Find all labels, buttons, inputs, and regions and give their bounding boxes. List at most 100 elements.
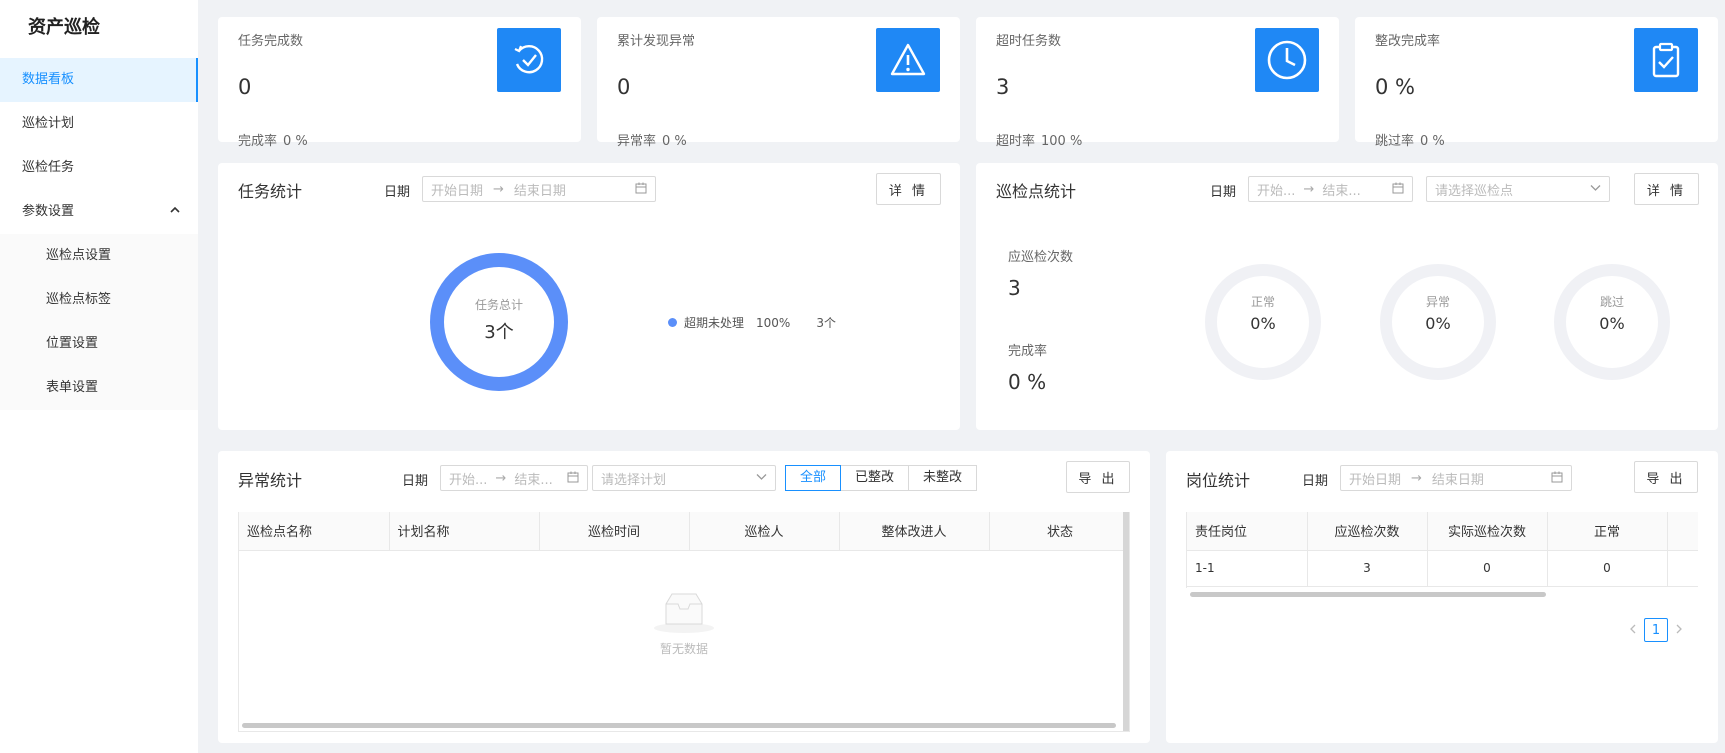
stat-sub-value: 0 % — [283, 134, 308, 149]
plan-select[interactable]: 请选择计划 — [592, 465, 776, 491]
arrow-right-icon: → — [495, 470, 507, 486]
date-label: 日期 — [384, 185, 411, 200]
stat-sub-label: 完成率 — [238, 134, 278, 149]
start-date-input[interactable]: 开始日期 — [1349, 469, 1401, 488]
sidebar: 资产巡检 数据看板 巡检计划 巡检任务 参数设置 巡检点设置 巡检点标签 位置设… — [0, 0, 198, 753]
filter-all[interactable]: 全部 — [785, 465, 842, 491]
start-date-input[interactable]: 开始... — [449, 469, 487, 488]
warning-icon — [876, 28, 940, 92]
date-label: 日期 — [1302, 474, 1329, 489]
ring-value: 0% — [1425, 314, 1451, 333]
filter-unrectified[interactable]: 未整改 — [908, 465, 978, 491]
column-header: 责任岗位 — [1187, 512, 1308, 551]
stat-card-anomalies: 累计发现异常 0 异常率 0 % — [597, 17, 960, 149]
end-date-input[interactable]: 结束日期 — [1432, 469, 1484, 488]
ring-label: 异常 — [1425, 295, 1450, 309]
column-header: 正常 — [1547, 512, 1668, 551]
task-total-donut: 任务总计 3个 — [428, 251, 570, 393]
stat-sub: 完成率 0 % — [238, 130, 308, 149]
ring-value: 0% — [1250, 314, 1276, 333]
sidebar-item-dashboard[interactable]: 数据看板 — [0, 58, 198, 102]
legend-count: 3个 — [816, 316, 836, 330]
page-number[interactable]: 1 — [1644, 618, 1668, 642]
column-header: 巡检点名称 — [239, 512, 390, 551]
normal-ring: 正常 0% — [1204, 263, 1322, 381]
date-label: 日期 — [402, 474, 429, 489]
panel-title: 任务统计 — [238, 182, 303, 201]
empty-box-icon — [239, 590, 1129, 638]
sidebar-item-settings[interactable]: 参数设置 — [0, 190, 198, 234]
calendar-icon — [567, 471, 579, 486]
stat-title: 累计发现异常 — [617, 34, 696, 49]
chevron-up-icon — [170, 190, 180, 234]
end-date-input[interactable]: 结束日期 — [514, 180, 566, 199]
legend-percent: 100% — [756, 315, 791, 330]
stat-card-overtime: 超时任务数 3 超时率 100 % — [976, 17, 1339, 149]
horizontal-scrollbar[interactable] — [1190, 592, 1546, 597]
sidebar-item-form-settings[interactable]: 表单设置 — [0, 366, 198, 410]
stat-sub-value: 0 % — [662, 134, 687, 149]
table-cell — [1667, 550, 1698, 587]
prev-page-icon[interactable] — [1628, 623, 1638, 637]
point-select[interactable]: 请选择巡检点 — [1426, 176, 1610, 202]
column-header: 计划名称 — [389, 512, 540, 551]
panel-title: 异常统计 — [238, 471, 303, 490]
start-date-input[interactable]: 开始日期 — [431, 180, 483, 199]
calendar-icon — [1392, 182, 1404, 197]
stat-sub-label: 异常率 — [617, 134, 657, 149]
date-range-picker[interactable]: 开始日期 → 结束日期 — [422, 176, 656, 202]
date-range-picker[interactable]: 开始... → 结束... — [440, 465, 588, 491]
vertical-scrollbar[interactable] — [1123, 512, 1129, 731]
end-date-input[interactable]: 结束... — [1322, 180, 1360, 199]
donut-value: 3个 — [484, 322, 514, 343]
end-date-input[interactable]: 结束... — [514, 469, 552, 488]
table-header-row: 责任岗位 应巡检次数 实际巡检次数 正常 — [1187, 512, 1698, 551]
export-button[interactable]: 导 出 — [1066, 461, 1130, 493]
date-range-picker[interactable]: 开始... → 结束... — [1248, 176, 1413, 202]
anomaly-table: 巡检点名称 计划名称 巡检时间 巡检人 整体改进人 状态 — [239, 512, 1129, 551]
export-button[interactable]: 导 出 — [1634, 461, 1698, 493]
skipped-ring: 跳过 0% — [1553, 263, 1671, 381]
arrow-right-icon: → — [1411, 470, 1422, 486]
start-date-input[interactable]: 开始... — [1257, 180, 1295, 199]
next-page-icon[interactable] — [1674, 623, 1684, 637]
sidebar-item-plans[interactable]: 巡检计划 — [0, 102, 198, 146]
table-cell: 0 — [1427, 550, 1548, 587]
stat-value: 0 — [617, 75, 631, 99]
status-filter: 全部 已整改 未整改 — [785, 465, 978, 491]
point-stats-panel: 巡检点统计 日期 开始... → 结束... 请选择巡检点 详 情 应巡检次数 … — [976, 163, 1718, 430]
column-header: 巡检时间 — [539, 512, 690, 551]
planned-count-label: 应巡检次数 — [1008, 250, 1074, 265]
panel-title: 岗位统计 — [1186, 471, 1251, 490]
sidebar-item-location-settings[interactable]: 位置设置 — [0, 322, 198, 366]
table-cell: 3 — [1307, 550, 1428, 587]
point-select-placeholder: 请选择巡检点 — [1435, 183, 1514, 199]
detail-button[interactable]: 详 情 — [876, 173, 941, 205]
stat-sub-label: 跳过率 — [1375, 134, 1415, 149]
legend-item: 超期未处理 100% 3个 — [668, 314, 836, 331]
arrow-right-icon: → — [1303, 181, 1315, 197]
completion-rate-value: 0 % — [1008, 370, 1047, 394]
empty-text: 暂无数据 — [659, 642, 708, 656]
table-cell: 1-1 — [1187, 550, 1308, 587]
legend-dot — [668, 318, 677, 327]
sidebar-item-point-settings[interactable]: 巡检点设置 — [0, 234, 198, 278]
anomaly-stats-panel: 异常统计 日期 开始... → 结束... 请选择计划 全部 已整改 未整改 导… — [218, 451, 1150, 743]
legend-name: 超期未处理 — [684, 316, 745, 330]
sidebar-item-point-tags[interactable]: 巡检点标签 — [0, 278, 198, 322]
stat-value: 0 % — [1375, 75, 1415, 99]
plan-select-placeholder: 请选择计划 — [601, 472, 667, 488]
stat-sub: 超时率 100 % — [996, 130, 1082, 149]
check-cycle-icon — [497, 28, 561, 92]
detail-button[interactable]: 详 情 — [1634, 173, 1699, 205]
chevron-down-icon — [1590, 182, 1601, 196]
column-header: 巡检人 — [689, 512, 840, 551]
date-range-picker[interactable]: 开始日期 → 结束日期 — [1340, 465, 1572, 491]
stat-title: 任务完成数 — [238, 34, 304, 49]
filter-rectified[interactable]: 已整改 — [840, 465, 910, 491]
table-header-row: 巡检点名称 计划名称 巡检时间 巡检人 整体改进人 状态 — [239, 512, 1129, 551]
horizontal-scrollbar[interactable] — [242, 723, 1116, 728]
sidebar-item-tasks[interactable]: 巡检任务 — [0, 146, 198, 190]
app-title: 资产巡检 — [28, 17, 100, 38]
stat-card-rectify-rate: 整改完成率 0 % 跳过率 0 % — [1355, 17, 1718, 149]
